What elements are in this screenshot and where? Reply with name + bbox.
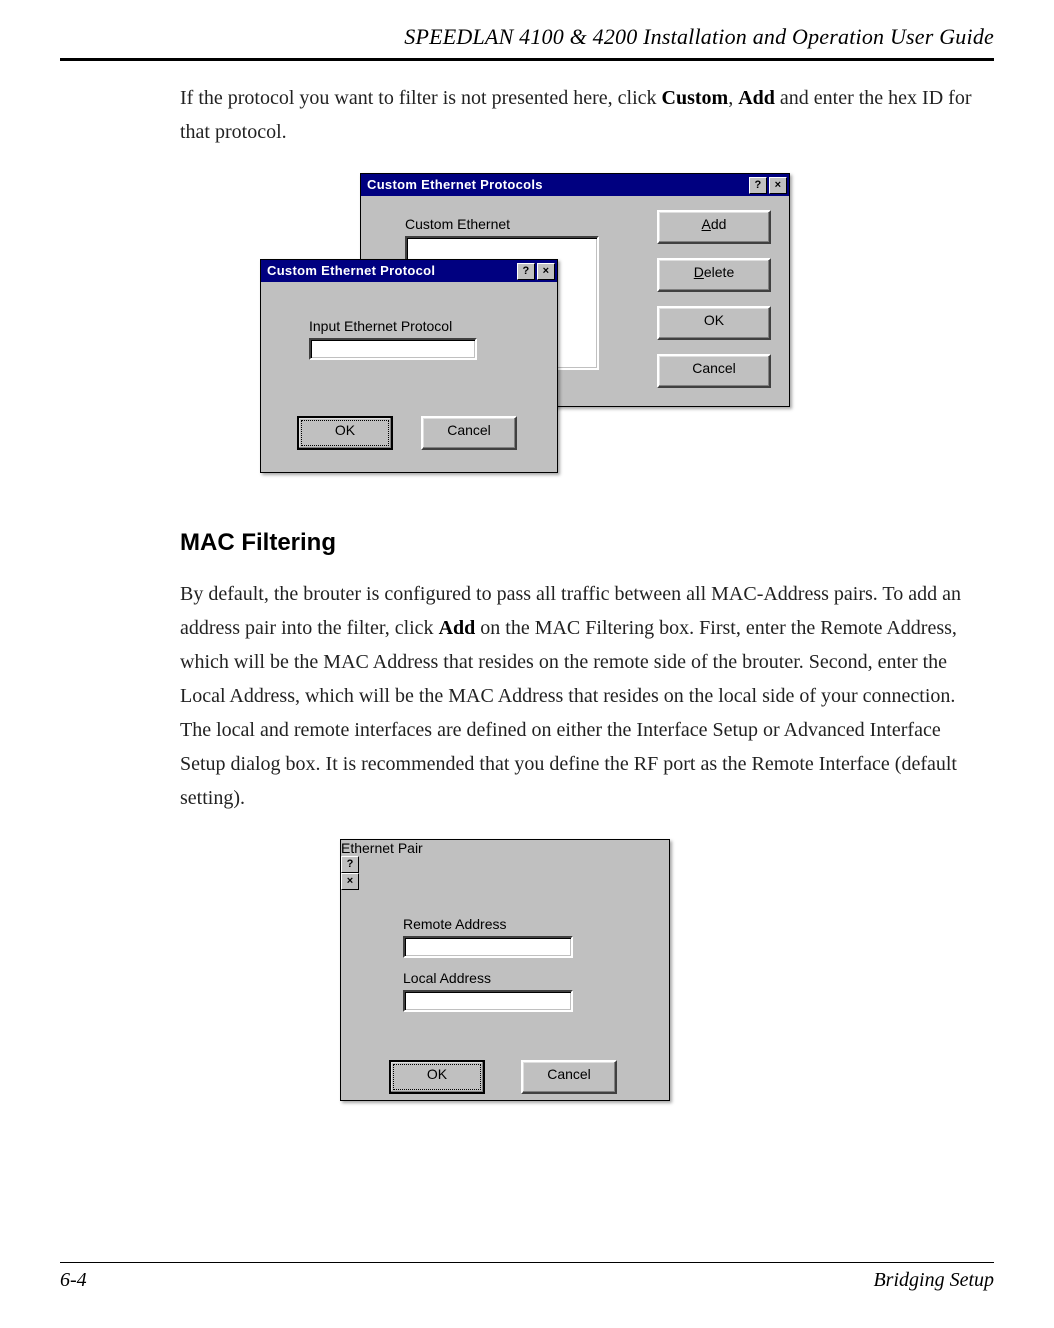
cancel-button[interactable]: Cancel bbox=[521, 1060, 617, 1094]
dialog-ethernet-pair: Ethernet Pair ? × Remote Address Local A… bbox=[340, 839, 670, 1101]
dialog2-input-label: Input Ethernet Protocol bbox=[309, 318, 452, 334]
dialog2-titlebar[interactable]: Custom Ethernet Protocol ? × bbox=[261, 260, 557, 282]
figure-ethernet-pair: Ethernet Pair ? × Remote Address Local A… bbox=[340, 839, 984, 1101]
intro-sep: , bbox=[728, 87, 738, 109]
intro-text-before: If the protocol you want to filter is no… bbox=[180, 87, 662, 109]
help-icon[interactable]: ? bbox=[341, 856, 359, 873]
ok-button[interactable]: OK bbox=[297, 416, 393, 450]
ok-button[interactable]: OK bbox=[657, 306, 771, 340]
remote-address-label: Remote Address bbox=[403, 916, 507, 932]
dialog2-title: Custom Ethernet Protocol bbox=[267, 260, 435, 282]
mac-filtering-paragraph: By default, the brouter is configured to… bbox=[180, 577, 984, 815]
figure-custom-protocols: Custom Ethernet Protocols ? × Custom Eth… bbox=[260, 173, 984, 493]
cancel-button[interactable]: Cancel bbox=[421, 416, 517, 450]
add-button[interactable]: Add bbox=[657, 210, 771, 244]
heading-mac-filtering: MAC Filtering bbox=[180, 529, 984, 557]
close-icon[interactable]: × bbox=[769, 177, 787, 194]
page-footer: 6-4 Bridging Setup bbox=[60, 1262, 994, 1292]
dialog1-list-label: Custom Ethernet bbox=[405, 216, 510, 232]
local-address-input[interactable] bbox=[403, 990, 573, 1012]
remote-address-input[interactable] bbox=[403, 936, 573, 958]
dialog-custom-ethernet-protocol: Custom Ethernet Protocol ? × Input Ether… bbox=[260, 259, 558, 473]
dialog3-titlebar[interactable]: Ethernet Pair ? × bbox=[341, 840, 669, 890]
local-address-label: Local Address bbox=[403, 970, 491, 986]
footer-page-number: 6-4 bbox=[60, 1269, 87, 1292]
dialog1-title: Custom Ethernet Protocols bbox=[367, 174, 543, 196]
help-icon[interactable]: ? bbox=[749, 177, 767, 194]
close-icon[interactable]: × bbox=[341, 873, 359, 890]
cancel-button[interactable]: Cancel bbox=[657, 354, 771, 388]
close-icon[interactable]: × bbox=[537, 263, 555, 280]
mac-para-after: on the MAC Filtering box. First, enter t… bbox=[180, 617, 957, 809]
dialog2-input[interactable] bbox=[309, 338, 477, 360]
mac-para-bold-add: Add bbox=[439, 617, 476, 639]
dialog3-title: Ethernet Pair bbox=[341, 840, 423, 856]
help-icon[interactable]: ? bbox=[517, 263, 535, 280]
page-header-title: SPEEDLAN 4100 & 4200 Installation and Op… bbox=[60, 24, 994, 50]
intro-bold-custom: Custom bbox=[662, 87, 729, 109]
footer-section-name: Bridging Setup bbox=[873, 1269, 994, 1292]
intro-paragraph: If the protocol you want to filter is no… bbox=[180, 81, 984, 149]
intro-bold-add: Add bbox=[738, 87, 775, 109]
footer-rule bbox=[60, 1262, 994, 1263]
dialog1-titlebar[interactable]: Custom Ethernet Protocols ? × bbox=[361, 174, 789, 196]
header-rule bbox=[60, 58, 994, 61]
ok-button[interactable]: OK bbox=[389, 1060, 485, 1094]
delete-button[interactable]: Delete bbox=[657, 258, 771, 292]
